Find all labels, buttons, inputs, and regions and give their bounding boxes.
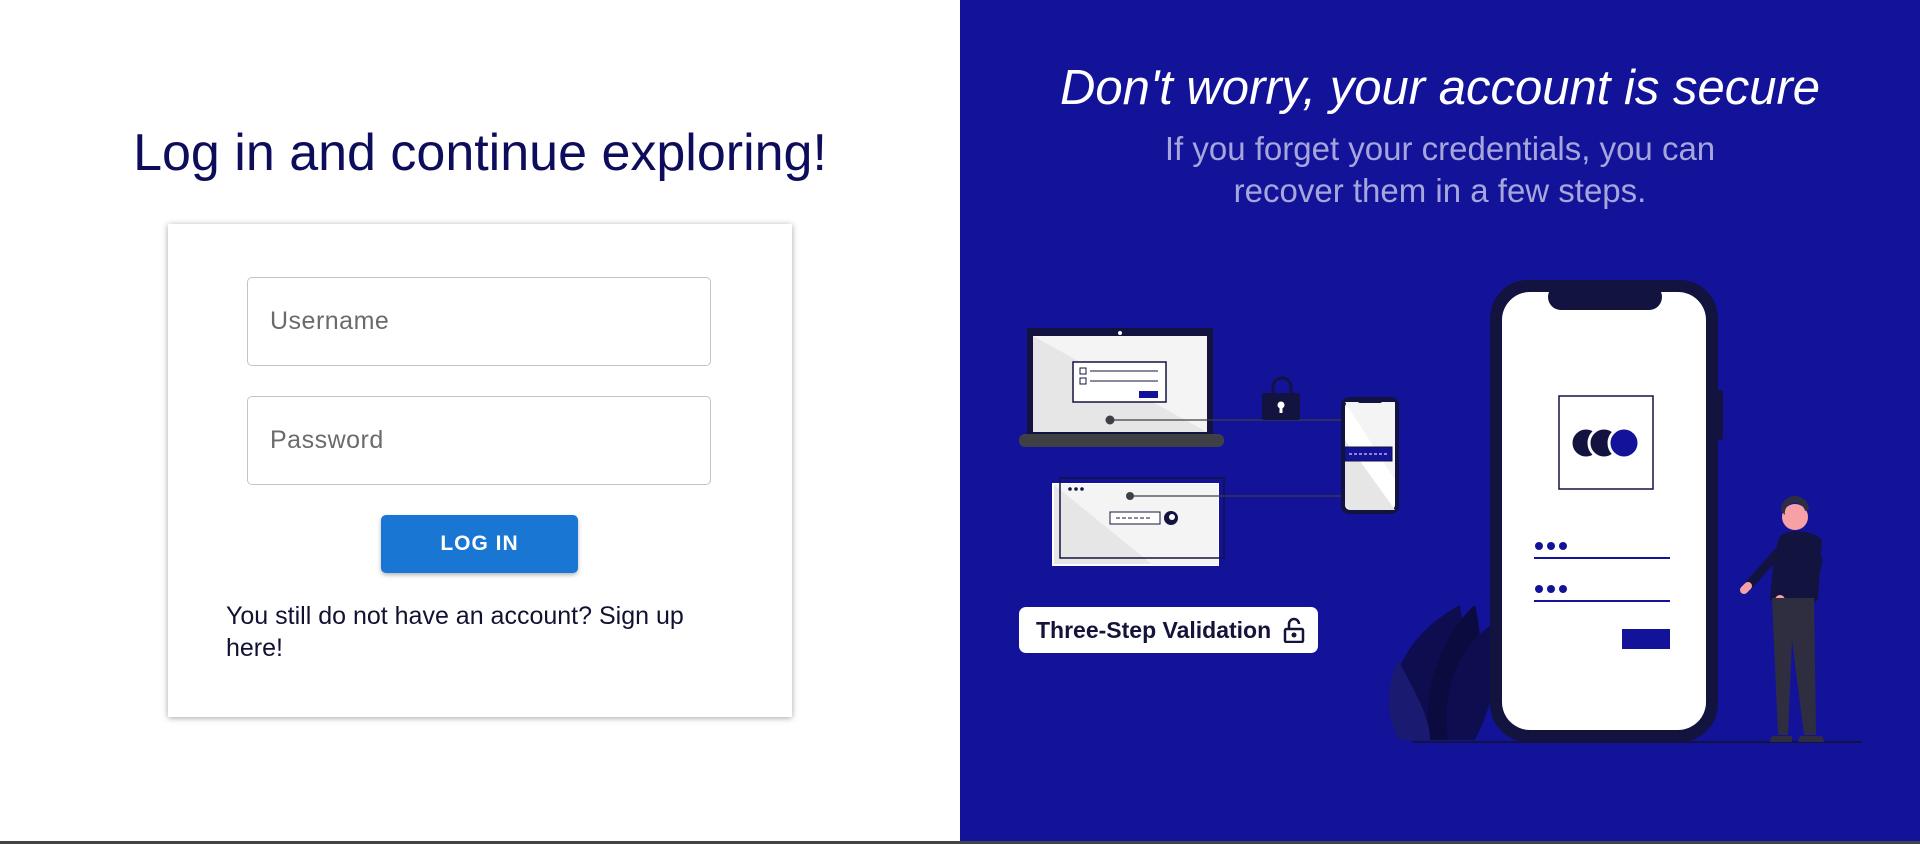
small-phone-illustration	[1341, 397, 1399, 514]
browser-window-illustration	[1052, 477, 1225, 566]
three-step-validation-badge: Three-Step Validation	[1019, 607, 1318, 653]
security-illustration	[1019, 280, 1862, 743]
plant-illustration	[1388, 605, 1501, 740]
large-phone-illustration	[1490, 280, 1723, 742]
person-illustration	[1740, 495, 1824, 742]
unlock-icon	[1283, 617, 1305, 643]
badge-label: Three-Step Validation	[1036, 616, 1272, 643]
padlock-icon	[1262, 376, 1300, 420]
laptop-illustration	[1019, 328, 1224, 447]
